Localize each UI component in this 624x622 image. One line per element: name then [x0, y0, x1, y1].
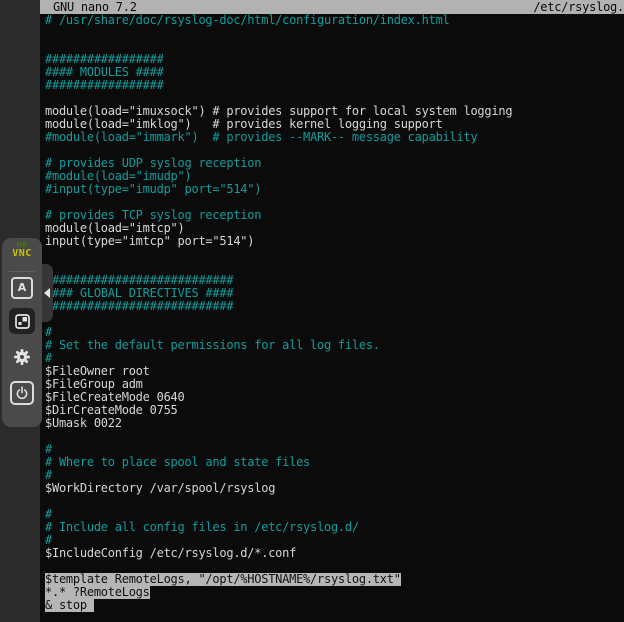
editor-line[interactable]: # — [40, 469, 624, 482]
editor-line[interactable]: input(type="imtcp" port="514") — [40, 235, 624, 248]
novnc-logo: no VNC — [2, 241, 42, 259]
editor-line[interactable]: $FileCreateMode 0640 — [40, 391, 624, 404]
editor-line[interactable]: # Where to place spool and state files — [40, 456, 624, 469]
editor-line[interactable]: #module(load="imudp") — [40, 170, 624, 183]
editor-line[interactable]: # — [40, 443, 624, 456]
editor-line[interactable]: $FileGroup adm — [40, 378, 624, 391]
gear-icon — [13, 348, 31, 366]
nano-terminal[interactable]: GNU nano 7.2 /etc/rsyslog. # /usr/share/… — [40, 0, 624, 622]
nano-filename-label: /etc/rsyslog. — [533, 0, 624, 14]
fullscreen-button[interactable] — [9, 308, 35, 334]
selected-text-cursor[interactable]: & stop — [45, 599, 94, 612]
editor-line[interactable] — [40, 27, 624, 40]
clipboard-a-icon: A — [18, 281, 27, 294]
selected-text[interactable]: $template RemoteLogs, "/opt/%HOSTNAME%/r… — [45, 573, 401, 586]
editor-line[interactable]: module(load="imtcp") — [40, 222, 624, 235]
editor-line[interactable]: ################# — [40, 79, 624, 92]
nano-titlebar: GNU nano 7.2 /etc/rsyslog. — [40, 0, 624, 14]
editor-line[interactable]: #input(type="imudp" port="514") — [40, 183, 624, 196]
clipboard-button[interactable]: A — [11, 277, 33, 299]
selected-text[interactable]: *.* ?RemoteLogs — [45, 586, 150, 599]
editor-line[interactable]: # provides TCP syslog reception — [40, 209, 624, 222]
editor-line[interactable]: #module(load="immark") # provides --MARK… — [40, 131, 624, 144]
power-button[interactable] — [10, 381, 34, 405]
editor-line[interactable] — [40, 261, 624, 274]
editor-line[interactable]: ########################### — [40, 274, 624, 287]
editor-line[interactable]: & stop — [40, 599, 624, 612]
novnc-logo-bottom: VNC — [2, 249, 42, 259]
editor-line[interactable]: $template RemoteLogs, "/opt/%HOSTNAME%/r… — [40, 573, 624, 586]
editor-lines[interactable]: # /usr/share/doc/rsyslog-doc/html/config… — [40, 14, 624, 612]
collapse-arrow-icon — [44, 288, 50, 298]
editor-line[interactable] — [40, 40, 624, 53]
editor-line[interactable]: $WorkDirectory /var/spool/rsyslog — [40, 482, 624, 495]
editor-line[interactable]: # — [40, 326, 624, 339]
panel-divider — [9, 271, 35, 272]
editor-line[interactable]: module(load="imklog") # provides kernel … — [40, 118, 624, 131]
editor-line[interactable]: # provides UDP syslog reception — [40, 157, 624, 170]
editor-line[interactable]: # /usr/share/doc/rsyslog-doc/html/config… — [40, 14, 624, 27]
power-icon — [15, 386, 29, 400]
editor-line[interactable]: # Include all config files in /etc/rsysl… — [40, 521, 624, 534]
editor-line[interactable] — [40, 248, 624, 261]
editor-line[interactable]: #### MODULES #### — [40, 66, 624, 79]
editor-line[interactable] — [40, 495, 624, 508]
editor-line[interactable]: #### GLOBAL DIRECTIVES #### — [40, 287, 624, 300]
editor-line[interactable]: # — [40, 508, 624, 521]
editor-line[interactable]: module(load="imuxsock") # provides suppo… — [40, 105, 624, 118]
settings-button[interactable] — [12, 347, 32, 367]
editor-line[interactable]: # — [40, 534, 624, 547]
editor-line[interactable] — [40, 196, 624, 209]
editor-line[interactable] — [40, 560, 624, 573]
editor-line[interactable] — [40, 430, 624, 443]
editor-line[interactable]: # Set the default permissions for all lo… — [40, 339, 624, 352]
editor-line[interactable]: $DirCreateMode 0755 — [40, 404, 624, 417]
editor-line[interactable]: ################# — [40, 53, 624, 66]
editor-line[interactable] — [40, 144, 624, 157]
editor-line[interactable]: ########################### — [40, 300, 624, 313]
editor-line[interactable]: *.* ?RemoteLogs — [40, 586, 624, 599]
vnc-control-panel: no VNC A — [2, 238, 42, 427]
editor-line[interactable] — [40, 313, 624, 326]
editor-line[interactable]: # — [40, 352, 624, 365]
editor-line[interactable]: $FileOwner root — [40, 365, 624, 378]
nano-version-label: GNU nano 7.2 — [53, 0, 137, 14]
editor-line[interactable] — [40, 92, 624, 105]
editor-line[interactable]: $Umask 0022 — [40, 417, 624, 430]
editor-line[interactable]: $IncludeConfig /etc/rsyslog.d/*.conf — [40, 547, 624, 560]
fullscreen-icon — [15, 314, 30, 329]
